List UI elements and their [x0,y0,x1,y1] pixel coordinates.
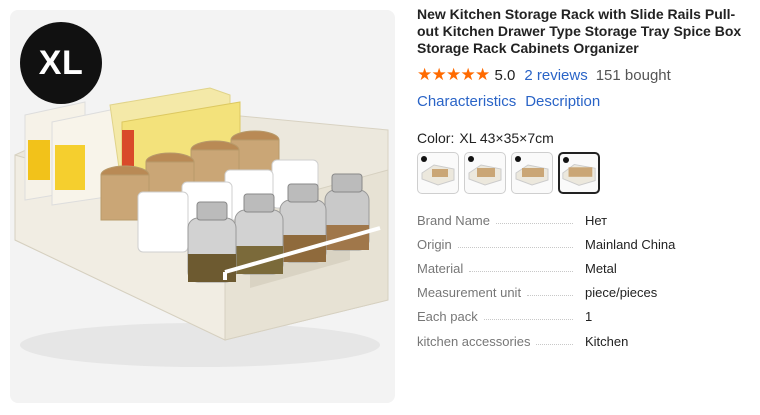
spec-leader [457,246,573,248]
spec-row: Material Metal [417,256,752,280]
spec-leader [536,343,574,345]
tab-description[interactable]: Description [525,93,600,110]
spec-value: Kitchen [585,333,629,349]
spec-value: Metal [585,260,617,276]
spec-leader [469,270,574,272]
bought-count: 151 bought [595,66,671,84]
spec-row: Each pack 1 [417,305,752,329]
rating-stars: ★ ★ ★ ★ ★ [417,66,490,84]
spec-list: Brand Name Нет Origin Mainland China Materia… [417,208,752,353]
spec-value: Mainland China [585,236,676,252]
spec-leader [527,295,574,297]
spec-name: Brand Name [417,212,490,228]
product-title: New Kitchen Storage Rack with Slide Rail… [417,6,742,56]
star-icon: ★ [431,65,447,84]
spec-leader [495,222,573,224]
product-image-gallery[interactable]: XL [10,10,395,403]
color-option-thumbnail-selected[interactable] [558,152,600,194]
spec-value: Нет [585,212,608,228]
star-icon: ★ [475,65,491,84]
star-icon: ★ [460,65,476,84]
spec-name: Measurement unit [417,285,522,301]
color-option-thumbnail[interactable] [511,152,553,194]
spec-name: Material [417,260,464,276]
spec-name: Each pack [417,309,478,325]
tab-characteristics[interactable]: Characteristics [417,93,516,110]
star-icon: ★ [417,65,433,84]
spec-value: piece/pieces [585,285,658,301]
rating-value: 5.0 [494,66,516,84]
rating-row: ★ ★ ★ ★ ★ 5.0 2 reviews 151 bought [417,65,752,85]
star-icon: ★ [446,65,462,84]
color-selector-label: Color: XL 43×35×7cm [417,130,752,146]
product-info: New Kitchen Storage Rack with Slide Rail… [417,6,752,353]
color-option-thumbnail[interactable] [464,152,506,194]
spec-leader [483,319,573,321]
size-badge: XL [20,22,102,104]
reviews-link[interactable]: 2 reviews [524,67,587,84]
color-option-thumbnail[interactable] [417,152,459,194]
color-options [417,152,752,194]
color-label: Color: [417,130,455,146]
spec-row: Measurement unit piece/pieces [417,281,752,305]
spec-value: 1 [585,309,593,325]
spec-row: Origin Mainland China [417,232,752,256]
spec-name: kitchen accessories [417,333,531,349]
spec-name: Origin [417,236,452,252]
spec-row: kitchen accessories Kitchen [417,329,752,353]
color-selected-value: XL 43×35×7cm [459,130,554,146]
info-tabs: Characteristics Description [417,93,752,110]
spec-row: Brand Name Нет [417,208,752,232]
